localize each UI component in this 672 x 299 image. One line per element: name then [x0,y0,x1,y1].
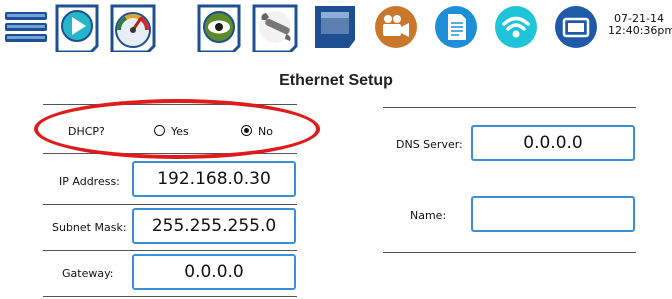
toolbar-button-screen[interactable] [551,2,601,52]
dhcp-no-radio[interactable] [241,125,252,136]
toolbar-button-wifi[interactable] [491,2,541,52]
toolbar: 07-21-14 12:40:36pm [0,0,672,58]
divider-ip [43,204,297,205]
divider-dhcp [43,153,297,154]
datetime-display: 07-21-14 12:40:36pm [608,13,672,37]
subnet-mask-label: Subnet Mask: [52,221,127,234]
toolbar-button-wrench[interactable] [250,2,300,54]
dhcp-yes-radio[interactable] [154,125,165,136]
dhcp-yes-label: Yes [171,125,189,138]
page-title: Ethernet Setup [279,72,393,89]
toolbar-button-menu[interactable] [3,2,53,52]
dns-server-field[interactable]: 0.0.0.0 [471,125,635,161]
wrench-icon [252,4,298,54]
divider-top-left [43,104,297,105]
dhcp-label: DHCP? [68,125,105,138]
divider-bottom-right [383,252,636,253]
gauge-icon [110,4,156,54]
gateway-field[interactable]: 0.0.0.0 [132,254,296,290]
name-field[interactable] [471,196,635,232]
menu-stack-icon [5,12,47,42]
play-icon [55,4,99,54]
wifi-icon [495,6,537,48]
dns-server-label: DNS Server: [396,138,463,151]
toolbar-button-video[interactable] [371,2,421,52]
divider-subnet [43,250,297,251]
name-label: Name: [410,209,447,222]
ip-address-field[interactable]: 192.168.0.30 [132,161,296,197]
display-icon [315,6,355,48]
document-icon [435,6,477,48]
screen-icon [555,6,597,48]
toolbar-button-eye[interactable] [195,2,245,54]
divider-top-right [383,107,636,108]
video-camera-icon [375,6,417,48]
toolbar-button-display[interactable] [312,2,362,52]
toolbar-button-document[interactable] [431,2,481,52]
gateway-label: Gateway: [62,267,114,280]
time-text: 12:40:36pm [608,24,672,37]
dhcp-no-label: No [258,125,273,138]
toolbar-button-play[interactable] [53,2,103,54]
eye-icon [197,4,241,54]
divider-gateway [43,296,297,297]
toolbar-button-gauge[interactable] [108,2,158,54]
subnet-mask-field[interactable]: 255.255.255.0 [132,208,296,244]
ip-address-label: IP Address: [59,175,120,188]
